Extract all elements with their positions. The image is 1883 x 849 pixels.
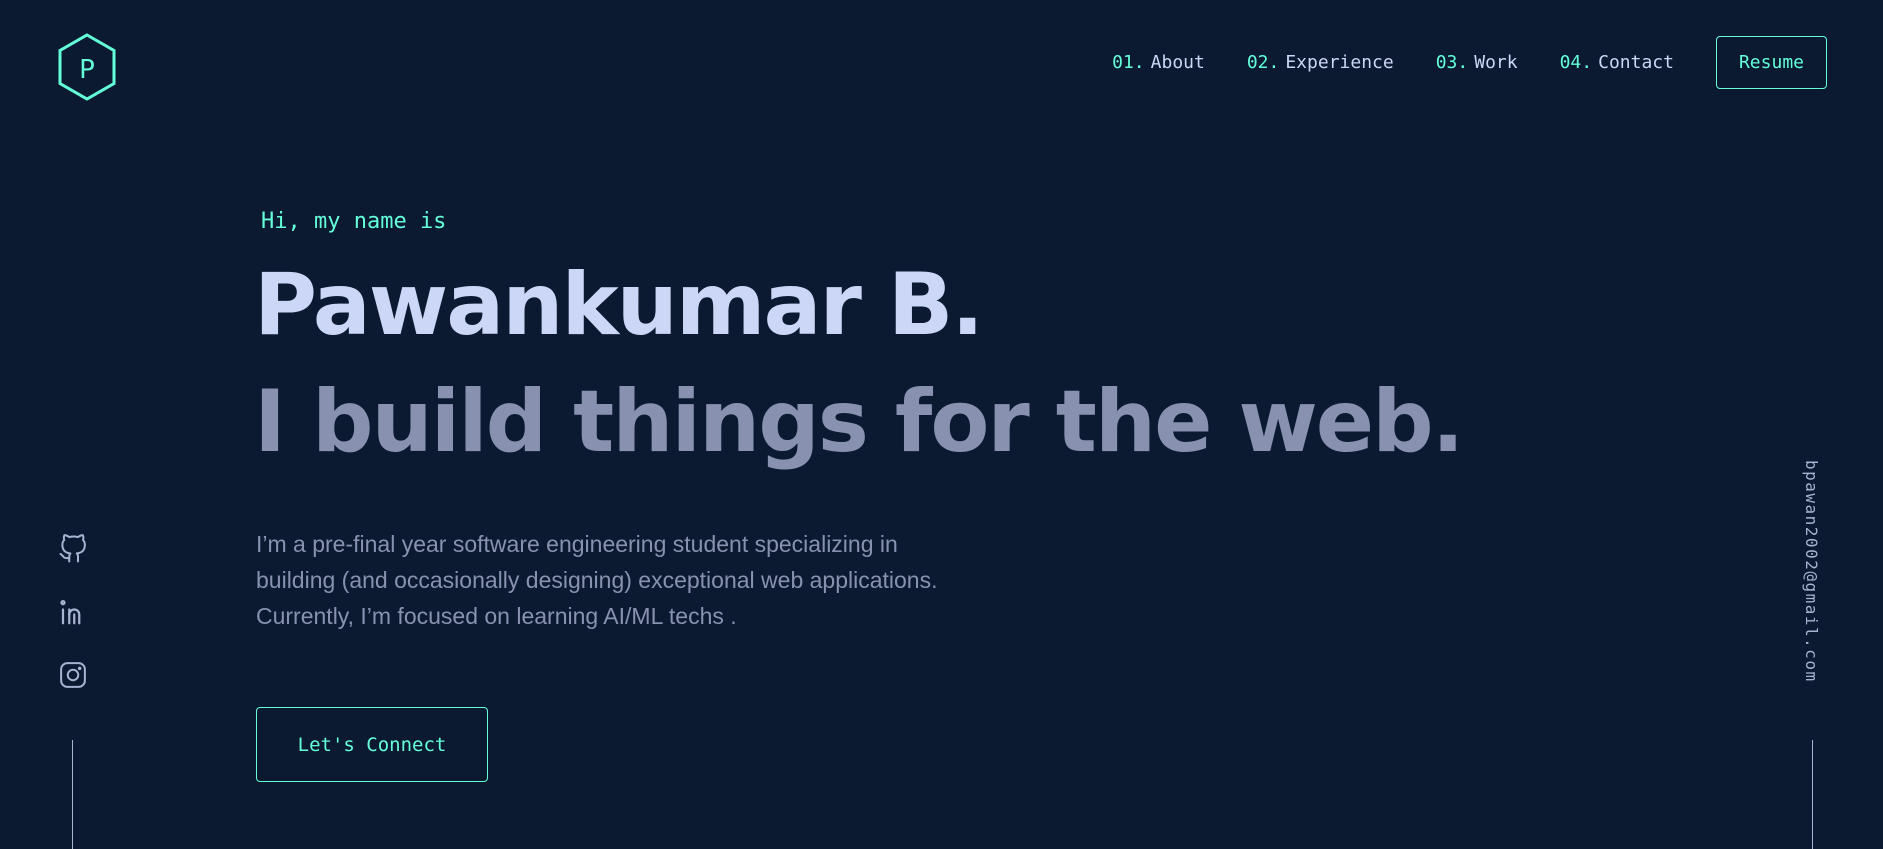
nav-number: 01. [1112,52,1145,73]
nav-item-work[interactable]: 03. Work [1436,52,1518,73]
nav-label: Experience [1285,52,1394,73]
resume-button[interactable]: Resume [1715,36,1827,89]
instagram-link[interactable] [58,660,88,690]
nav-label: Contact [1598,52,1674,73]
lets-connect-button[interactable]: Let's Connect [256,707,488,782]
github-icon [59,534,86,563]
left-vertical-line [72,740,73,849]
linkedin-link[interactable] [58,597,88,627]
logo-letter: P [79,55,95,85]
bio-line: I’m a pre-final year software engineerin… [256,531,898,557]
hero-name: Pawankumar B. [254,255,984,355]
nav-label: About [1150,52,1205,73]
hero-greeting: Hi, my name is [261,209,447,234]
bio-line: Currently, I’m focused on learning AI/ML… [256,603,737,629]
nav-number: 02. [1246,52,1280,73]
nav-label: Work [1474,52,1518,73]
hero-tagline: I build things for the web. [254,372,1464,472]
bio-line: building (and occasionally designing) ex… [256,567,938,593]
nav-number: 03. [1435,52,1469,73]
email-link[interactable]: bpawan2002@gmail.com [1802,460,1821,683]
social-links [58,534,88,723]
github-link[interactable] [58,534,88,564]
main-nav: 01. About 02. Experience 03. Work 04. Contac… [1112,36,1827,89]
logo-link[interactable]: P [56,32,118,102]
nav-item-about[interactable]: 01. About [1112,52,1205,73]
hero-bio: I’m a pre-final year software engineerin… [256,526,1016,634]
nav-item-contact[interactable]: 04. Contact [1560,52,1674,73]
hexagon-logo-icon: P [58,33,116,101]
right-vertical-line [1812,740,1813,849]
nav-number: 04. [1559,52,1593,73]
nav-item-experience[interactable]: 02. Experience [1247,52,1394,73]
linkedin-icon [60,599,81,625]
instagram-icon [60,662,86,688]
